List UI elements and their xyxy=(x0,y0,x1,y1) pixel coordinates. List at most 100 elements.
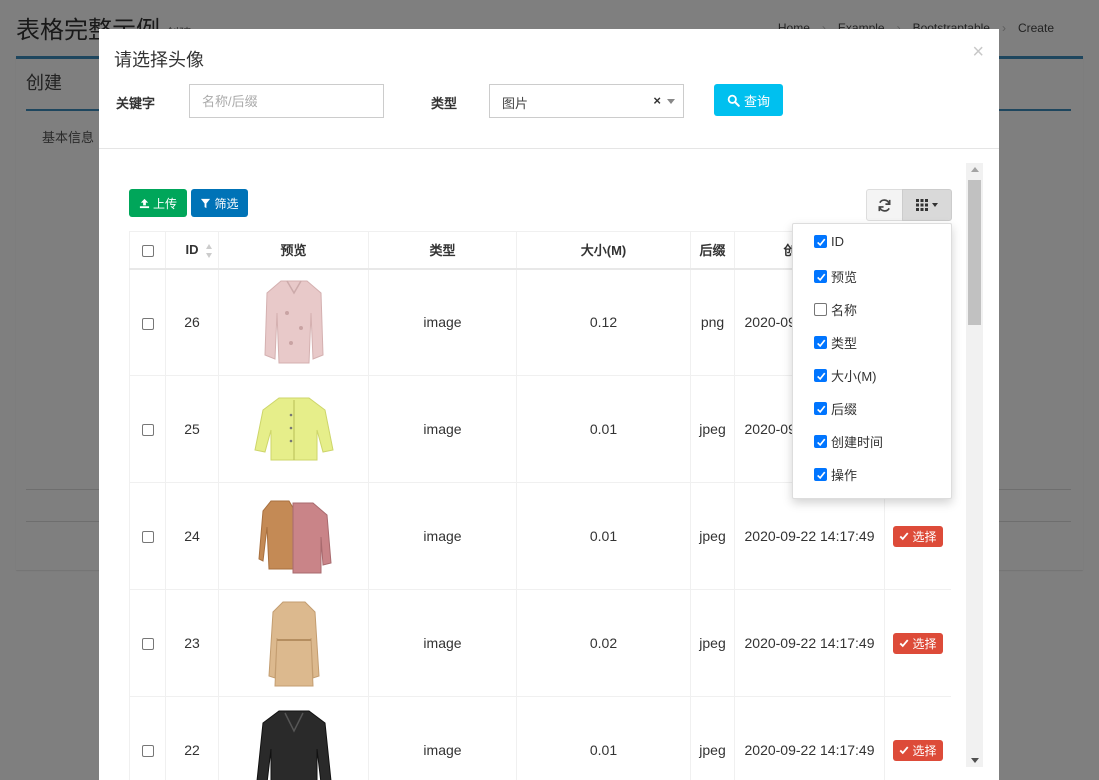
cell-suffix: jpeg xyxy=(690,696,735,780)
row-checkbox[interactable] xyxy=(141,531,154,544)
checkbox-unchecked[interactable] xyxy=(814,303,827,316)
refresh-icon xyxy=(878,198,891,212)
select-button[interactable]: 选择 xyxy=(893,632,943,654)
checkbox-checked[interactable] xyxy=(814,369,827,382)
pink-blouse-thumbnail[interactable] xyxy=(249,273,339,369)
column-toggle-action[interactable]: 操作 xyxy=(814,465,857,484)
type-select-value: 图片 xyxy=(502,96,529,111)
keyword-label: 关键字 xyxy=(116,96,156,111)
column-toggle-label: 操作 xyxy=(831,468,858,483)
checkbox-checked[interactable] xyxy=(814,435,827,448)
table-row: 22 image 0.01 jpeg 2020-09-22 14:17:49 选… xyxy=(129,696,951,780)
upload-button[interactable]: 上传 xyxy=(129,189,187,217)
caret-down-icon xyxy=(932,203,938,207)
search-icon xyxy=(727,94,740,107)
grid-icon xyxy=(916,199,928,211)
cell-id: 24 xyxy=(165,482,219,590)
select-button[interactable]: 选择 xyxy=(893,525,943,547)
cell-type: image xyxy=(368,375,517,483)
modal-title: 请选择头像 xyxy=(114,50,204,70)
cell-suffix: jpeg xyxy=(690,482,735,590)
column-toggle-suffix[interactable]: 后缀 xyxy=(814,399,857,418)
row-checkbox-cell xyxy=(129,696,166,780)
trench-coat-thumbnail[interactable] xyxy=(249,594,339,690)
row-checkbox-cell xyxy=(129,268,166,376)
column-toggle-size[interactable]: 大小(M) xyxy=(814,366,877,385)
row-checkbox[interactable] xyxy=(141,424,154,437)
filter-button-label: 筛选 xyxy=(214,196,239,211)
cell-action: 选择 xyxy=(884,589,951,697)
cell-type: image xyxy=(368,268,517,376)
clear-icon[interactable]: × xyxy=(653,93,661,108)
vertical-scrollbar[interactable] xyxy=(966,163,983,767)
row-checkbox[interactable] xyxy=(141,745,154,758)
checkbox-checked[interactable] xyxy=(814,336,827,349)
row-checkbox-cell xyxy=(129,375,166,483)
checkbox-checked[interactable] xyxy=(814,402,827,415)
checkbox-checked[interactable] xyxy=(814,270,827,283)
checkbox-checked[interactable] xyxy=(814,468,827,481)
cell-type: image xyxy=(368,589,517,697)
column-toggle-label: 名称 xyxy=(831,303,858,318)
header-preview: 预览 xyxy=(218,231,369,270)
cell-preview xyxy=(218,375,369,483)
cell-preview xyxy=(218,696,369,780)
check-icon xyxy=(900,532,909,541)
column-toggle-type[interactable]: 类型 xyxy=(814,333,857,352)
header-size: 大小(M) xyxy=(516,231,691,270)
column-toggle-id[interactable]: ID xyxy=(814,234,844,249)
query-button[interactable]: 查询 xyxy=(714,84,783,116)
column-toggle-label: ID xyxy=(831,234,844,249)
cell-preview xyxy=(218,268,369,376)
upload-button-label: 上传 xyxy=(152,196,177,211)
scroll-down-icon[interactable] xyxy=(971,758,979,763)
close-icon[interactable]: × xyxy=(972,41,984,64)
column-toggle-label: 预览 xyxy=(831,270,858,285)
column-toggle-created[interactable]: 创建时间 xyxy=(814,432,883,451)
header-id[interactable]: ID xyxy=(165,231,219,270)
type-label: 类型 xyxy=(431,96,458,111)
select-button-label: 选择 xyxy=(912,529,937,544)
modal-body: 上传 筛选 ID 预览 类型 大小(M) 后缀 26 image 0.12 pn… xyxy=(99,149,999,780)
cell-suffix: jpeg xyxy=(690,589,735,697)
column-toggle-name[interactable]: 名称 xyxy=(814,300,857,319)
cell-size: 0.02 xyxy=(516,589,691,697)
checkbox-checked[interactable] xyxy=(814,235,827,248)
cell-preview xyxy=(218,482,369,590)
columns-toggle-button[interactable] xyxy=(902,189,952,221)
row-checkbox-cell xyxy=(129,482,166,590)
header-id-label: ID xyxy=(185,242,199,258)
cell-preview xyxy=(218,589,369,697)
cell-id: 26 xyxy=(165,268,219,376)
row-checkbox[interactable] xyxy=(141,638,154,651)
select-all-checkbox[interactable] xyxy=(141,244,154,257)
column-toggle-label: 大小(M) xyxy=(831,369,877,384)
column-toggle-label: 类型 xyxy=(831,336,858,351)
column-toggle-label: 创建时间 xyxy=(831,435,884,450)
scroll-thumb[interactable] xyxy=(968,180,981,325)
query-button-label: 查询 xyxy=(743,93,770,109)
table-row: 23 image 0.02 jpeg 2020-09-22 14:17:49 选… xyxy=(129,589,951,697)
yellow-jacket-thumbnail[interactable] xyxy=(249,380,339,476)
refresh-button[interactable] xyxy=(866,189,903,221)
cell-suffix: png xyxy=(690,268,735,376)
check-icon xyxy=(900,639,909,648)
cell-id: 23 xyxy=(165,589,219,697)
filter-button[interactable]: 筛选 xyxy=(191,189,248,217)
cell-suffix: jpeg xyxy=(690,375,735,483)
header-checkbox-cell xyxy=(129,231,166,270)
column-toggle-preview[interactable]: 预览 xyxy=(814,267,857,286)
cell-id: 22 xyxy=(165,696,219,780)
cell-size: 0.01 xyxy=(516,696,691,780)
cell-action: 选择 xyxy=(884,696,951,780)
row-checkbox[interactable] xyxy=(141,317,154,330)
scroll-up-icon[interactable] xyxy=(971,167,979,172)
upload-icon xyxy=(139,198,150,208)
type-select[interactable]: 图片 × xyxy=(489,84,684,118)
cell-size: 0.01 xyxy=(516,482,691,590)
keyword-input[interactable] xyxy=(189,84,384,118)
leather-jacket-thumbnail[interactable] xyxy=(249,701,339,780)
header-type: 类型 xyxy=(368,231,517,270)
coats-pair-thumbnail[interactable] xyxy=(249,487,339,583)
select-button[interactable]: 选择 xyxy=(893,739,943,761)
